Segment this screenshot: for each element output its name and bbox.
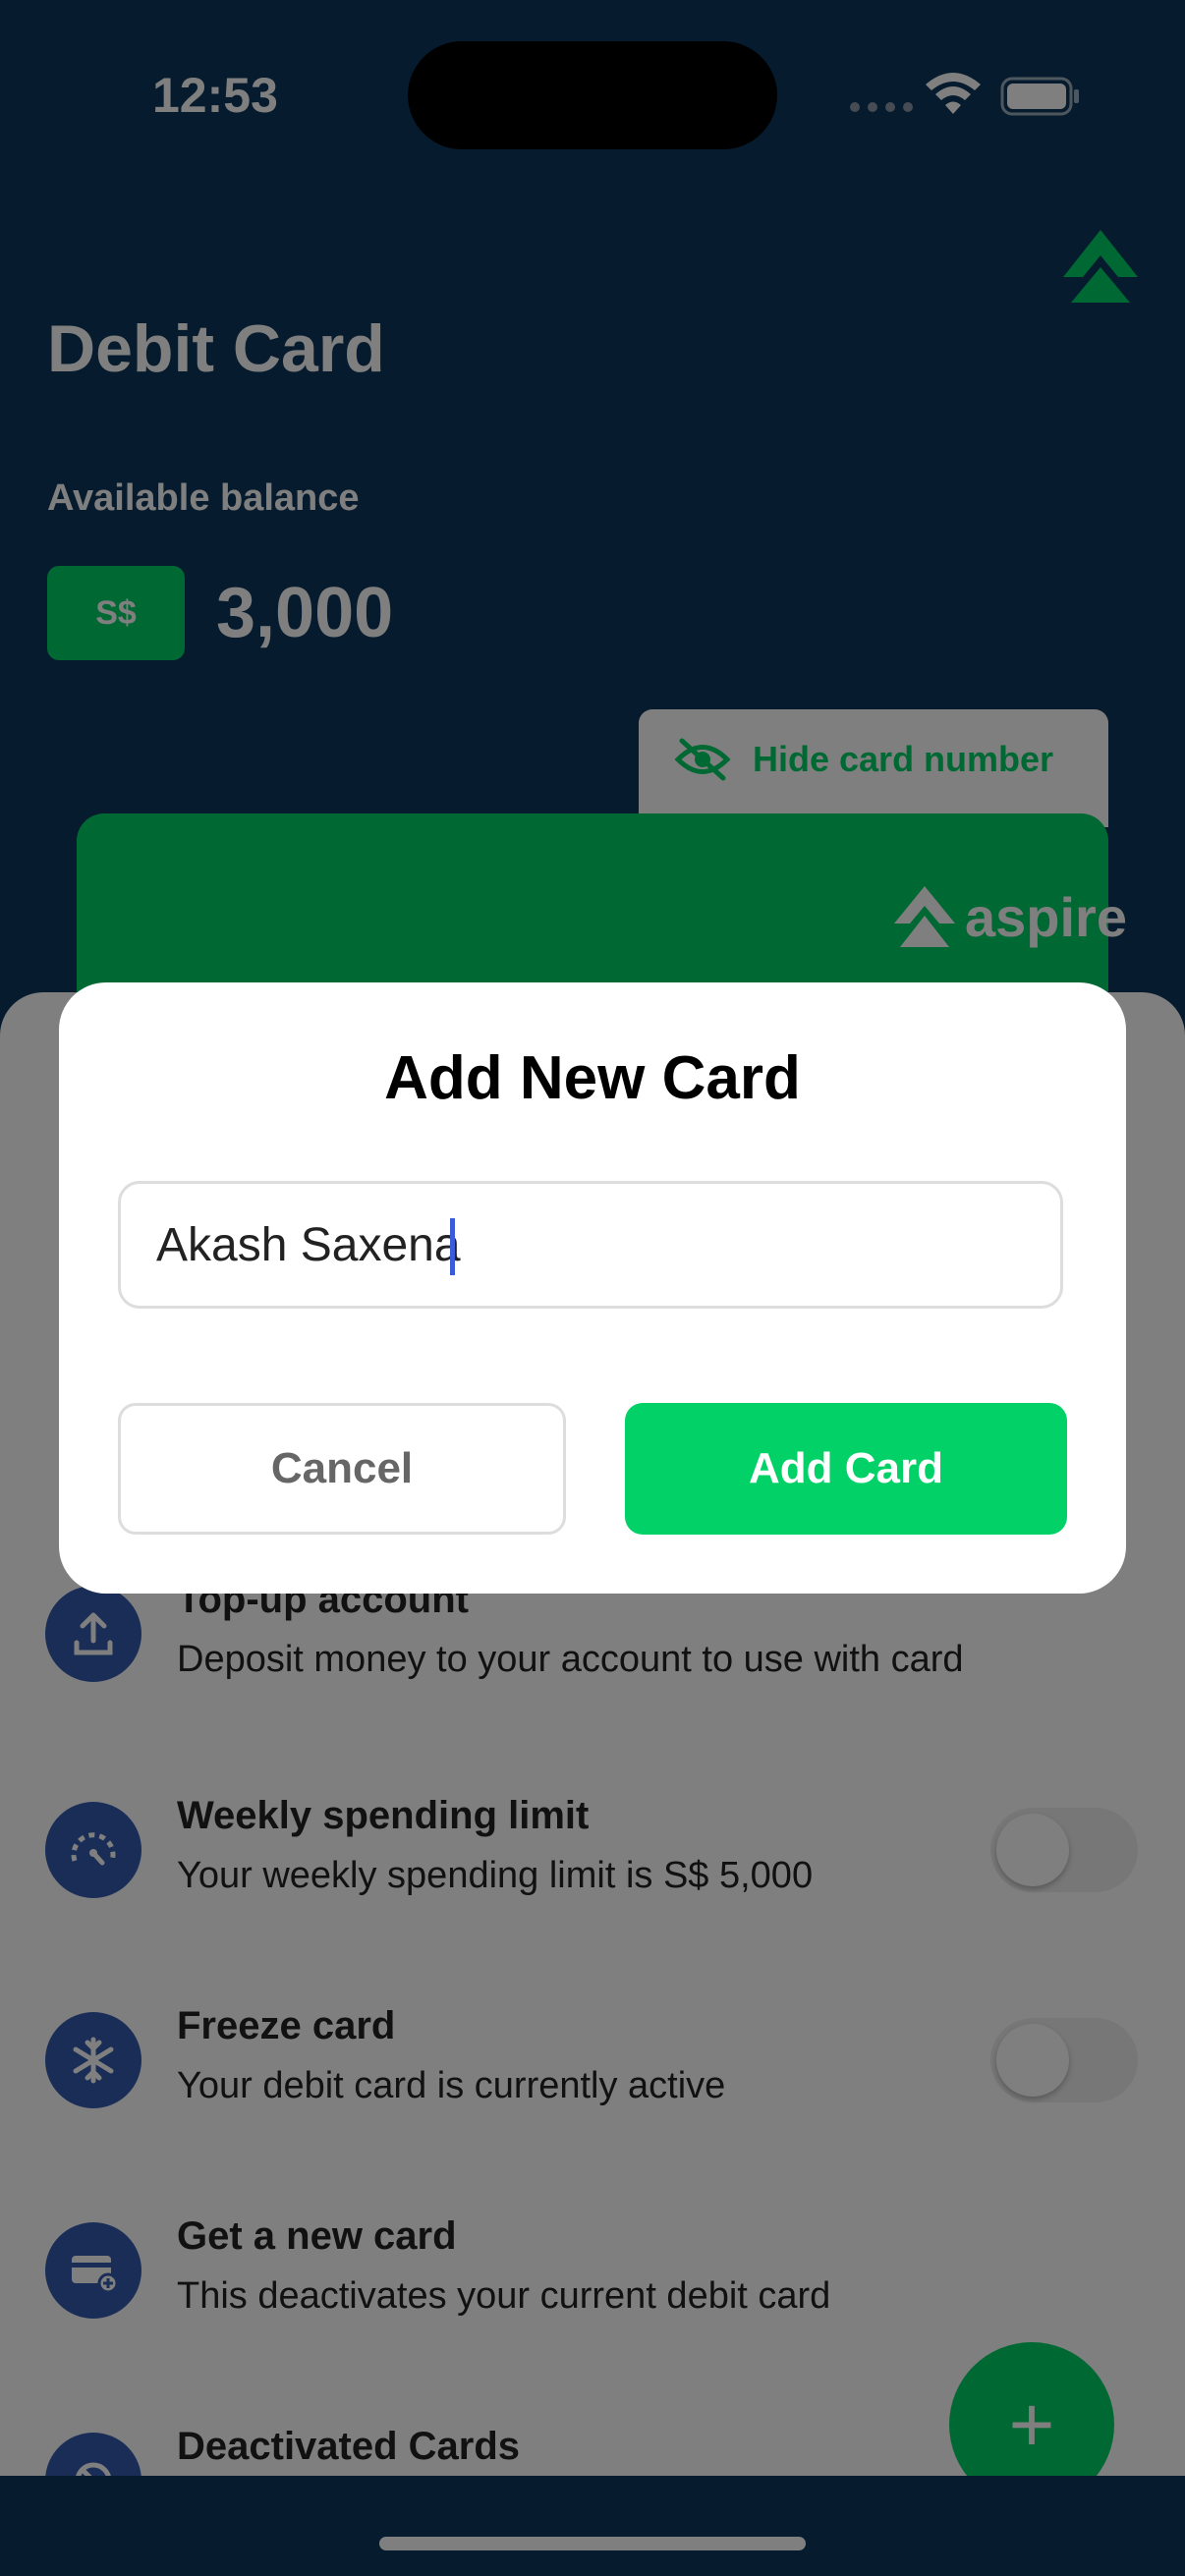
dialog-title: Add New Card bbox=[384, 1044, 801, 1112]
cancel-button[interactable]: Cancel bbox=[118, 1403, 566, 1535]
add-new-card-dialog: Add New Card Cancel Add Card bbox=[59, 982, 1126, 1594]
add-card-button[interactable]: Add Card bbox=[625, 1403, 1067, 1535]
debit-card-screen: 12:53 Debit Card Available balance S$ 3,… bbox=[0, 0, 1185, 2576]
text-cursor bbox=[450, 1218, 455, 1275]
card-name-input[interactable] bbox=[118, 1181, 1063, 1309]
